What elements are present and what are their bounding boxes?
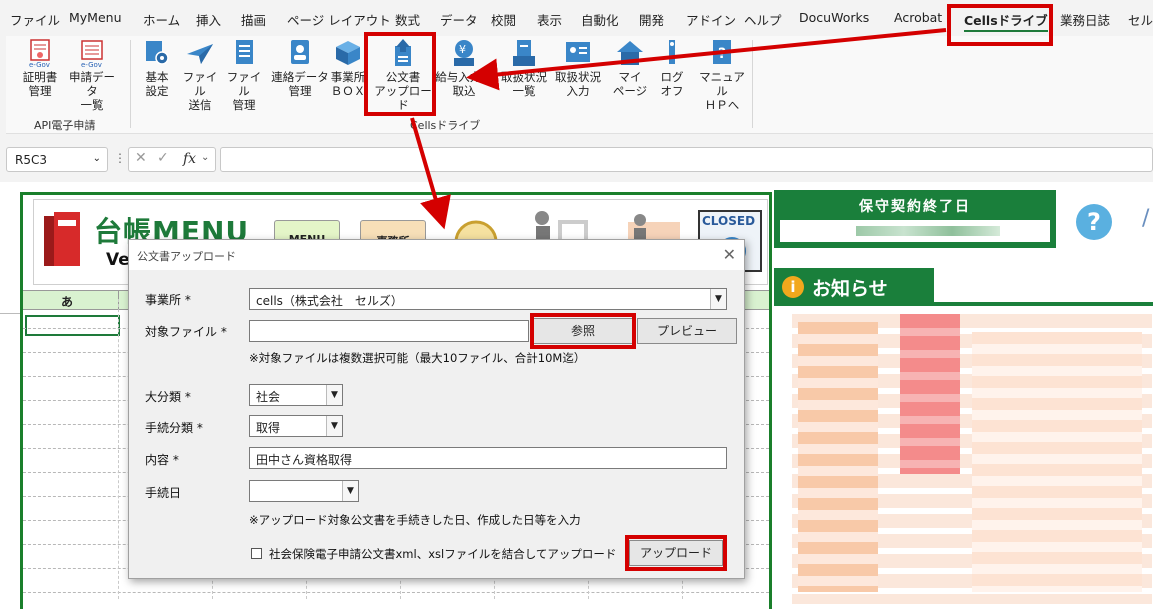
annotation-arrows	[410, 28, 947, 230]
arrow-to-dialog	[410, 117, 451, 230]
arrow-to-upload	[466, 28, 947, 91]
